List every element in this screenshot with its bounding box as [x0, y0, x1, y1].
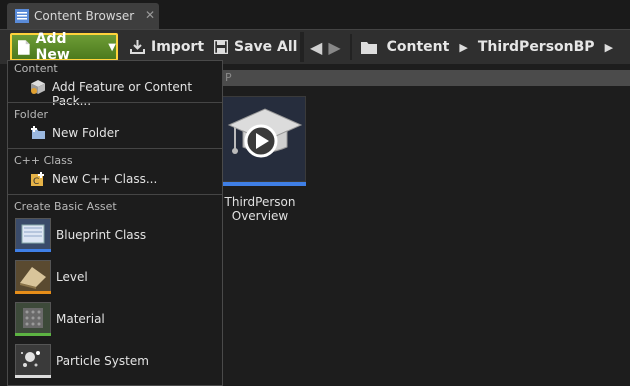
- asset-tile[interactable]: [222, 96, 306, 186]
- menu-item-particle-system[interactable]: Particle System: [8, 342, 222, 382]
- breadcrumb-thirdpersonbp[interactable]: ThirdPersonBP: [478, 39, 595, 55]
- menu-item-label: New C++ Class...: [52, 172, 158, 186]
- import-icon: [130, 40, 145, 54]
- breadcrumb-separator-icon[interactable]: ▶: [459, 41, 467, 54]
- filter-bar[interactable]: P: [223, 70, 630, 86]
- add-new-menu: Content Add Feature or Content Pack... F…: [7, 60, 223, 386]
- menu-item-label: New Folder: [52, 126, 120, 140]
- content-browser-icon: [15, 9, 29, 23]
- chevron-down-icon: ▼: [108, 41, 116, 53]
- back-arrow-icon[interactable]: ◀: [310, 38, 322, 57]
- import-label: Import: [151, 39, 205, 55]
- menu-heading-content: Content: [14, 62, 58, 75]
- filter-text: P: [225, 71, 232, 84]
- content-pack-icon: [31, 80, 45, 94]
- tab-close-icon[interactable]: ✕: [145, 8, 155, 22]
- new-folder-icon: [31, 126, 45, 139]
- menu-item-new-folder[interactable]: New Folder: [8, 122, 222, 144]
- menu-item-level[interactable]: Level: [8, 258, 222, 298]
- new-file-icon: [18, 39, 30, 55]
- asset-type-color-bar: [222, 182, 306, 186]
- menu-divider: [8, 148, 222, 149]
- menu-heading-basic-asset: Create Basic Asset: [14, 200, 117, 213]
- asset-color-bar: [15, 375, 51, 378]
- menu-heading-cpp-class: C++ Class: [14, 154, 73, 167]
- svg-text:C: C: [33, 177, 39, 187]
- menu-item-label: Blueprint Class: [56, 228, 147, 242]
- menu-item-new-cpp-class[interactable]: C New C++ Class...: [8, 168, 222, 190]
- menu-item-blueprint-class[interactable]: Blueprint Class: [8, 216, 222, 256]
- particle-system-icon: [15, 344, 51, 376]
- level-icon: [15, 260, 51, 292]
- save-icon: [214, 40, 228, 54]
- import-button[interactable]: Import: [130, 34, 204, 60]
- menu-item-add-feature[interactable]: Add Feature or Content Pack...: [8, 76, 222, 108]
- tab-title: Content Browser: [34, 9, 135, 23]
- menu-divider: [8, 102, 222, 103]
- save-all-button[interactable]: Save All: [214, 34, 297, 60]
- cpp-class-icon: C: [31, 172, 44, 187]
- add-new-label: Add New: [35, 31, 70, 63]
- asset-color-bar: [15, 291, 51, 294]
- tab-content-browser[interactable]: Content Browser ✕: [7, 3, 159, 29]
- breadcrumb-content[interactable]: Content: [387, 39, 450, 55]
- menu-item-label: Add Feature or Content Pack...: [52, 80, 193, 108]
- asset-color-bar: [15, 333, 51, 336]
- menu-item-label: Material: [56, 312, 105, 326]
- asset-color-bar: [15, 249, 51, 252]
- toolbar: Add New ▼ Import Save All ◀ ▶ Content ▶ …: [0, 29, 630, 64]
- menu-item-label: Level: [56, 270, 88, 284]
- tab-strip: Content Browser ✕: [0, 0, 630, 31]
- breadcrumb-separator-icon[interactable]: ▶: [605, 41, 613, 54]
- menu-item-label: Particle System: [56, 354, 149, 368]
- save-all-label: Save All: [234, 39, 298, 55]
- folder-icon: [360, 41, 377, 54]
- navigation-bar: ◀ ▶ Content ▶ ThirdPersonBP ▶: [310, 34, 623, 60]
- menu-divider: [8, 194, 222, 195]
- toolbar-divider: [349, 34, 352, 60]
- blueprint-icon: [15, 218, 51, 250]
- toolbar-divider: [300, 32, 304, 62]
- forward-arrow-icon[interactable]: ▶: [328, 38, 340, 57]
- add-new-button[interactable]: Add New ▼: [10, 31, 118, 63]
- material-icon: [15, 302, 51, 334]
- tutorial-graduation-cap-icon: [227, 108, 303, 158]
- asset-thumbnail: [222, 96, 306, 182]
- menu-item-material[interactable]: Material: [8, 300, 222, 340]
- menu-heading-folder: Folder: [14, 108, 48, 121]
